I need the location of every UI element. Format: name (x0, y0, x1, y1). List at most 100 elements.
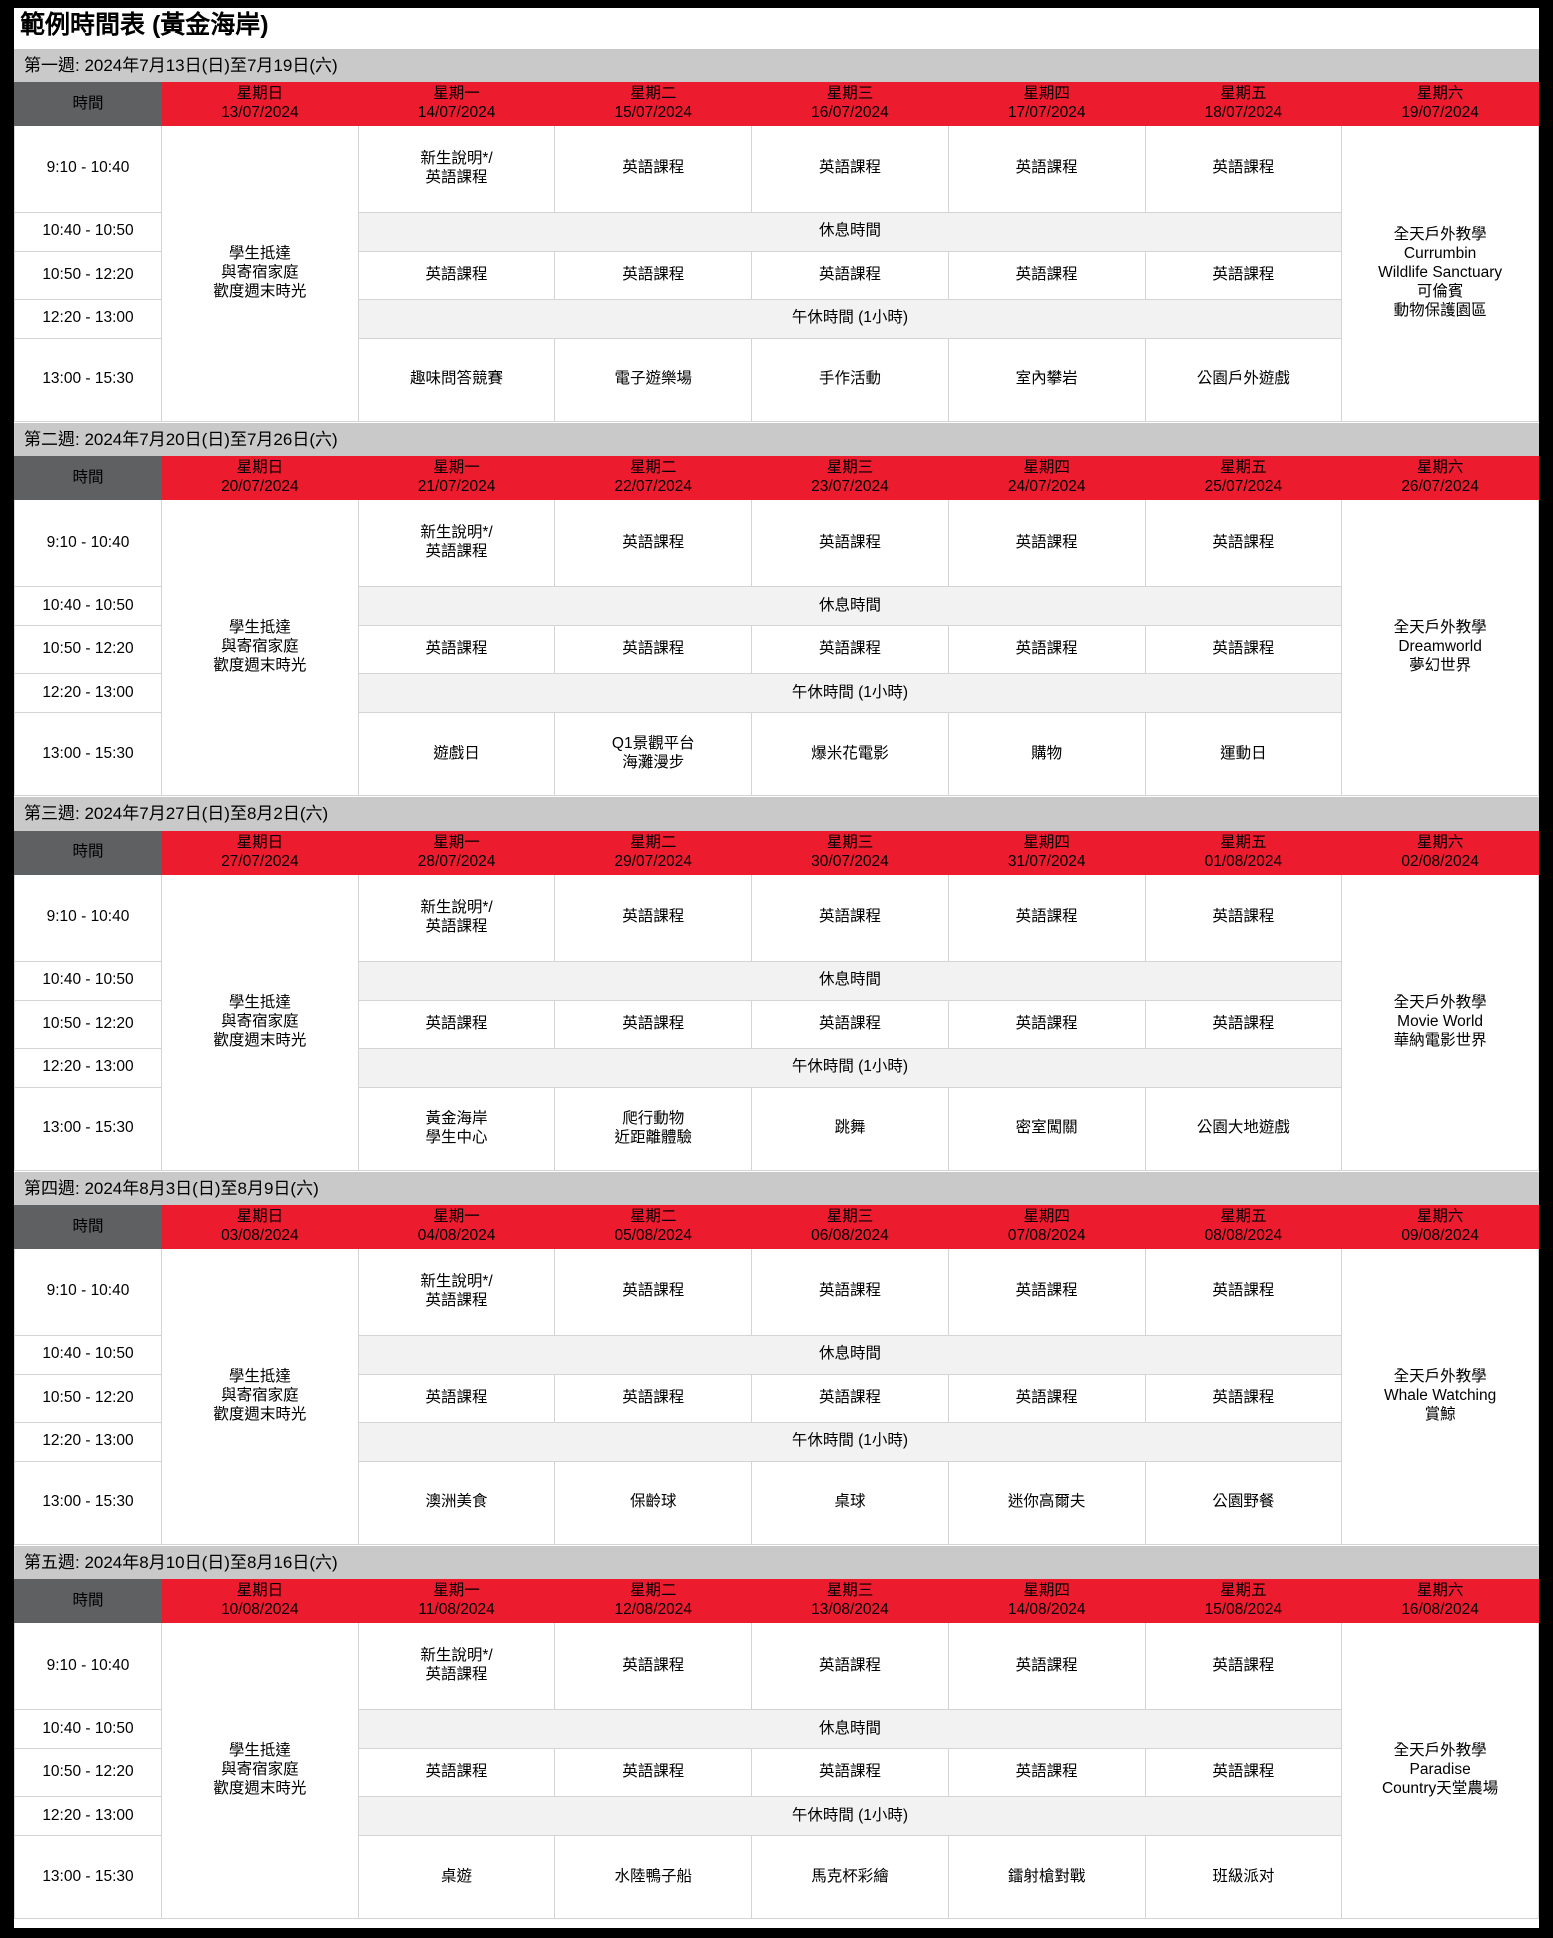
week-block: 第五週: 2024年8月10日(日)至8月16日(六) 時間 星期日 10/08/20… (14, 1544, 1539, 1920)
time-slot-label: 10:50 - 12:20 (14, 999, 162, 1049)
day-of-week-label: 星期五 (1220, 459, 1267, 477)
lunch-row-cell: 午休時間 (1小時) (357, 673, 1343, 714)
page-title: 範例時間表 (黃金海岸) (20, 11, 269, 39)
saturday-excursion-cell: 全天戶外教學 Currumbin Wildlife Sanctuary 可倫賓 動物保護… (1341, 124, 1539, 422)
column-header-day: 星期四 31/07/2024 (947, 830, 1146, 875)
day-date-label: 21/07/2024 (417, 478, 496, 496)
day-date-label: 06/08/2024 (811, 1227, 889, 1245)
day-of-week-label: 星期四 (1023, 1208, 1070, 1226)
lesson-cell: 英語課程 (751, 1622, 949, 1711)
break-row-cell: 休息時間 (357, 1709, 1343, 1750)
table-header-row: 時間 星期日 20/07/2024 星期一 21/07/2024 星期二 22/07/202… (14, 456, 1539, 501)
week-block: 第一週: 2024年7月13日(日)至7月19日(六) 時間 星期日 13/07/20… (14, 47, 1539, 422)
lesson-cell: 英語課程 (1144, 499, 1343, 588)
week-schedule-table: 時間 星期日 03/08/2024 星期一 04/08/2024 星期二 05/08/202… (14, 1205, 1539, 1545)
lesson-cell: 英語課程 (947, 1748, 1146, 1798)
lesson-cell: 英語課程 (751, 499, 949, 588)
time-slot-label: 9:10 - 10:40 (14, 1622, 162, 1711)
day-date-label: 12/08/2024 (614, 1601, 693, 1619)
column-header-day: 星期三 30/07/2024 (751, 830, 949, 875)
lesson-cell: 英語課程 (554, 1748, 753, 1798)
sunday-arrival-cell: 學生抵達 與寄宿家庭 歡度週末時光 (161, 499, 359, 797)
time-slot-label: 9:10 - 10:40 (14, 124, 162, 213)
day-date-label: 01/08/2024 (1204, 852, 1283, 870)
day-date-label: 16/07/2024 (811, 103, 889, 121)
time-slot-label: 10:50 - 12:20 (14, 250, 162, 300)
activity-cell: 保齡球 (554, 1460, 753, 1545)
day-date-label: 17/07/2024 (1007, 103, 1086, 121)
saturday-excursion-cell: 全天戶外教學 Movie World 華納電影世界 (1341, 873, 1539, 1171)
lesson-cell: 英語課程 (357, 250, 556, 300)
column-header-day: 星期三 16/07/2024 (751, 82, 949, 126)
lesson-cell: 英語課程 (1144, 1247, 1343, 1336)
day-of-week-label: 星期四 (1023, 459, 1070, 477)
lesson-cell: 英語課程 (554, 1247, 753, 1336)
day-of-week-label: 星期一 (433, 1582, 480, 1600)
lesson-cell: 英語課程 (357, 1373, 556, 1423)
day-date-label: 11/08/2024 (418, 1601, 495, 1619)
time-slot-label: 10:50 - 12:20 (14, 625, 162, 675)
day-date-label: 24/07/2024 (1007, 478, 1086, 496)
day-of-week-label: 星期六 (1416, 1208, 1464, 1226)
time-slot-label: 13:00 - 15:30 (14, 1086, 162, 1171)
saturday-excursion-cell: 全天戶外教學 Paradise Country天堂農場 (1341, 1622, 1539, 1920)
day-of-week-label: 星期五 (1220, 833, 1267, 851)
time-slot-label: 13:00 - 15:30 (14, 1460, 162, 1545)
lesson-cell: 新生說明*/英語課程 (357, 499, 556, 588)
time-slot-label: 12:20 - 13:00 (14, 1421, 162, 1462)
sunday-arrival-cell: 學生抵達 與寄宿家庭 歡度週末時光 (161, 1247, 359, 1545)
column-header-day: 星期五 15/08/2024 (1144, 1579, 1343, 1624)
week-schedule-table: 時間 星期日 10/08/2024 星期一 11/08/2024 星期二 12/08/202… (14, 1579, 1539, 1920)
day-of-week-label: 星期四 (1023, 833, 1070, 851)
activity-cell: 公園大地遊戲 (1144, 1086, 1343, 1171)
day-date-label: 16/08/2024 (1401, 1601, 1479, 1619)
lunch-row-cell: 午休時間 (1小時) (357, 1796, 1343, 1837)
table-header-row: 時間 星期日 10/08/2024 星期一 11/08/2024 星期二 12/08/202… (14, 1579, 1539, 1624)
column-header-day: 星期日 13/07/2024 (161, 82, 359, 126)
lesson-cell: 英語課程 (357, 999, 556, 1049)
lesson-cell: 英語課程 (751, 1247, 949, 1336)
lesson-cell: 英語課程 (947, 1373, 1146, 1423)
activity-cell: 班級派对 (1144, 1835, 1343, 1920)
column-header-time: 時間 (14, 82, 162, 126)
column-header-day: 星期六 16/08/2024 (1341, 1579, 1539, 1624)
activity-cell: 爆米花電影 (751, 712, 949, 797)
column-header-time: 時間 (14, 830, 162, 875)
activity-cell: 爬行動物 近距離體驗 (554, 1086, 753, 1171)
column-header-day: 星期四 14/08/2024 (947, 1579, 1146, 1624)
activity-cell: 公園野餐 (1144, 1460, 1343, 1545)
column-header-day: 星期日 10/08/2024 (161, 1579, 359, 1624)
lesson-cell: 英語課程 (751, 1748, 949, 1798)
column-header-day: 星期日 03/08/2024 (161, 1205, 359, 1249)
day-of-week-label: 星期五 (1220, 85, 1267, 103)
column-header-time: 時間 (14, 1205, 162, 1249)
column-header-day: 星期日 27/07/2024 (161, 830, 359, 875)
day-date-label: 22/07/2024 (614, 478, 693, 496)
time-slot-label: 9:10 - 10:40 (14, 1247, 162, 1336)
day-date-label: 10/08/2024 (221, 1601, 299, 1619)
column-header-day: 星期一 21/07/2024 (357, 456, 556, 501)
activity-cell: 黃金海岸 學生中心 (357, 1086, 556, 1171)
day-of-week-label: 星期三 (826, 85, 874, 103)
column-header-day: 星期二 12/08/2024 (554, 1579, 753, 1624)
time-slot-label: 10:50 - 12:20 (14, 1373, 162, 1423)
day-of-week-label: 星期日 (236, 459, 284, 477)
activity-cell: 跳舞 (751, 1086, 949, 1171)
activity-cell: 鐳射槍對戰 (947, 1835, 1146, 1920)
week-block: 第四週: 2024年8月3日(日)至8月9日(六) 時間 星期日 03/08/2024… (14, 1170, 1539, 1545)
time-slot-label: 10:40 - 10:50 (14, 1709, 162, 1750)
lesson-cell: 英語課程 (554, 999, 753, 1049)
day-of-week-label: 星期六 (1416, 459, 1464, 477)
lesson-cell: 英語課程 (751, 250, 949, 300)
time-slot-label: 10:40 - 10:50 (14, 1334, 162, 1375)
table-row: 9:10 - 10:40 學生抵達 與寄宿家庭 歡度週末時光 新生說明*/英語課程 英語課… (14, 1622, 1539, 1920)
lesson-cell: 英語課程 (357, 625, 556, 675)
column-header-day: 星期一 11/08/2024 (357, 1579, 556, 1624)
day-date-label: 04/08/2024 (417, 1227, 496, 1245)
lesson-cell: 英語課程 (1144, 873, 1343, 962)
lesson-cell: 新生說明*/英語課程 (357, 1247, 556, 1336)
column-header-day: 星期二 05/08/2024 (554, 1205, 753, 1249)
table-row: 9:10 - 10:40 學生抵達 與寄宿家庭 歡度週末時光 新生說明*/英語課程 英語課… (14, 873, 1539, 1171)
day-of-week-label: 星期一 (433, 459, 480, 477)
week-header: 第二週: 2024年7月20日(日)至7月26日(六) (14, 421, 1539, 457)
